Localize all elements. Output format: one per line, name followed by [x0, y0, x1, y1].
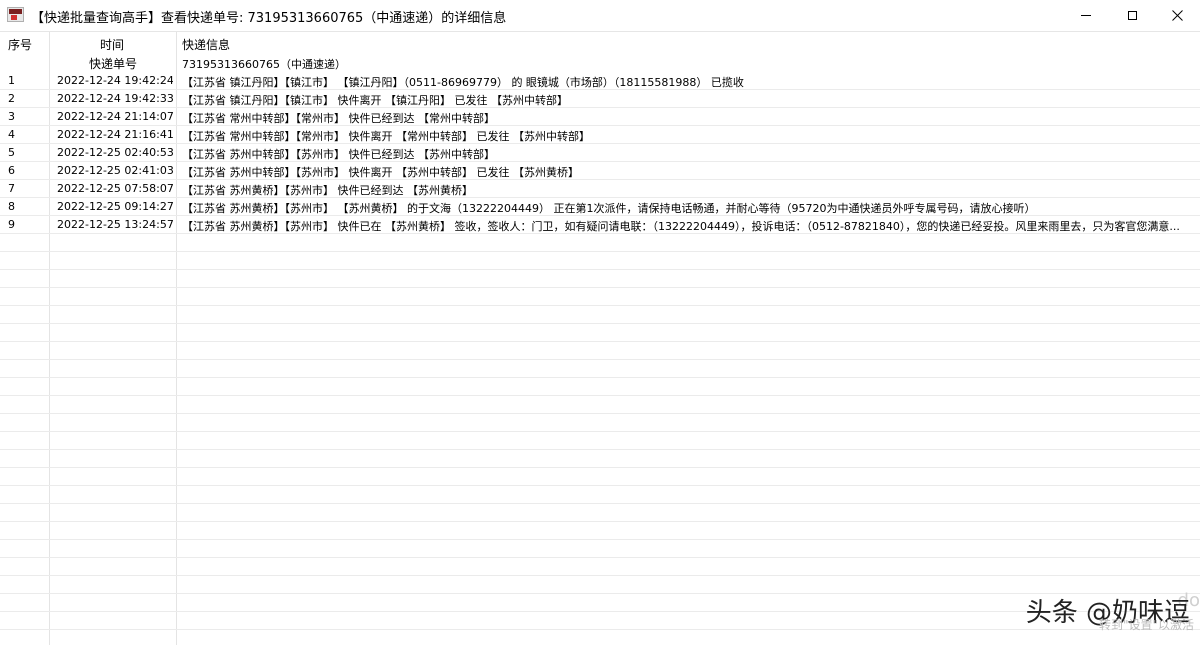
- row-time: 2022-12-25 07:58:07: [57, 182, 173, 195]
- empty-row[interactable]: [0, 288, 1200, 306]
- empty-row[interactable]: [0, 378, 1200, 396]
- row-info: 【江苏省 苏州黄桥】【苏州市】 快件已在 【苏州黄桥】 签收，签收人：门卫，如有…: [182, 220, 1180, 233]
- header-idx[interactable]: 序号: [8, 36, 32, 53]
- empty-row[interactable]: [0, 342, 1200, 360]
- table-row[interactable]: 2 2022-12-24 19:42:33 【江苏省 镇江丹阳】【镇江市】 快件离开…: [0, 90, 1200, 108]
- empty-row[interactable]: [0, 486, 1200, 504]
- header-tracking-label: 快递单号: [89, 57, 138, 71]
- row-index: 9: [8, 218, 15, 231]
- empty-row[interactable]: [0, 396, 1200, 414]
- empty-row[interactable]: [0, 234, 1200, 252]
- empty-row[interactable]: [0, 522, 1200, 540]
- empty-row[interactable]: [0, 414, 1200, 432]
- table-row[interactable]: 1 2022-12-24 19:42:24 【江苏省 镇江丹阳】【镇江市】 【镇江丹…: [0, 72, 1200, 90]
- table-row[interactable]: 4 2022-12-24 21:16:41 【江苏省 常州中转部】【常州市】 快件离…: [0, 126, 1200, 144]
- row-index: 7: [8, 182, 15, 195]
- row-time: 2022-12-24 19:42:33: [57, 92, 173, 105]
- row-index: 8: [8, 200, 15, 213]
- header-info[interactable]: 快递信息: [182, 36, 230, 53]
- title-bar[interactable]: 【快递批量查询高手】查看快递单号: 73195313660765（中通速递）的详…: [0, 0, 1200, 31]
- empty-row[interactable]: [0, 450, 1200, 468]
- table-row[interactable]: 3 2022-12-24 21:14:07 【江苏省 常州中转部】【常州市】 快件已…: [0, 108, 1200, 126]
- row-time: 2022-12-24 21:14:07: [57, 110, 173, 123]
- row-time: 2022-12-25 09:14:27: [57, 200, 173, 213]
- row-time: 2022-12-24 19:42:24: [57, 74, 173, 87]
- row-info: 【江苏省 苏州黄桥】【苏州市】 快件已经到达 【苏州黄桥】: [182, 184, 473, 197]
- row-time: 2022-12-25 02:41:03: [57, 164, 173, 177]
- empty-row[interactable]: [0, 306, 1200, 324]
- row-time: 2022-12-25 02:40:53: [57, 146, 173, 159]
- empty-row[interactable]: [0, 432, 1200, 450]
- table-row[interactable]: 6 2022-12-25 02:41:03 【江苏省 苏州中转部】【苏州市】 快件离…: [0, 162, 1200, 180]
- row-info: 【江苏省 镇江丹阳】【镇江市】 快件离开 【镇江丹阳】 已发往 【苏州中转部】: [182, 94, 568, 107]
- row-time: 2022-12-25 13:24:57: [57, 218, 173, 231]
- empty-row[interactable]: [0, 576, 1200, 594]
- tracking-list[interactable]: 序号 时间 快递信息 快递单号 73195313660765（中通速递） 1 20…: [0, 31, 1200, 645]
- maximize-icon: [1127, 11, 1137, 20]
- row-index: 5: [8, 146, 15, 159]
- table-row[interactable]: 9 2022-12-25 13:24:57 【江苏省 苏州黄桥】【苏州市】 快件已在…: [0, 216, 1200, 234]
- empty-row[interactable]: [0, 594, 1200, 612]
- empty-row[interactable]: [0, 468, 1200, 486]
- empty-row[interactable]: [0, 270, 1200, 288]
- row-index: 6: [8, 164, 15, 177]
- app-icon: [7, 7, 24, 22]
- row-info: 【江苏省 苏州黄桥】【苏州市】 【苏州黄桥】 的于文海（13222204449）…: [182, 202, 1036, 215]
- close-icon: [1171, 10, 1183, 21]
- row-info: 【江苏省 常州中转部】【常州市】 快件已经到达 【常州中转部】: [182, 112, 495, 125]
- table-row[interactable]: 8 2022-12-25 09:14:27 【江苏省 苏州黄桥】【苏州市】 【苏州黄…: [0, 198, 1200, 216]
- empty-row[interactable]: [0, 540, 1200, 558]
- activation-notice: 转到"设置"以激活: [1098, 618, 1194, 632]
- row-info: 【江苏省 常州中转部】【常州市】 快件离开 【常州中转部】 已发往 【苏州中转部…: [182, 130, 590, 143]
- row-index: 1: [8, 74, 15, 87]
- header-time[interactable]: 时间: [100, 36, 124, 53]
- app-window: 【快递批量查询高手】查看快递单号: 73195313660765（中通速递）的详…: [0, 0, 1200, 645]
- row-index: 4: [8, 128, 15, 141]
- row-index: 2: [8, 92, 15, 105]
- row-info: 【江苏省 苏州中转部】【苏州市】 快件离开 【苏州中转部】 已发往 【苏州黄桥】: [182, 166, 579, 179]
- empty-row[interactable]: [0, 252, 1200, 270]
- minimize-button[interactable]: [1063, 0, 1109, 31]
- row-time: 2022-12-24 21:16:41: [57, 128, 173, 141]
- header-tracking-number: 73195313660765（中通速递）: [182, 58, 346, 71]
- row-info: 【江苏省 镇江丹阳】【镇江市】 【镇江丹阳】（0511-86969779） 的 …: [182, 76, 744, 89]
- maximize-button[interactable]: [1109, 0, 1155, 31]
- close-button[interactable]: [1154, 0, 1200, 31]
- empty-row[interactable]: [0, 324, 1200, 342]
- empty-row[interactable]: [0, 360, 1200, 378]
- empty-row[interactable]: [0, 558, 1200, 576]
- table-row[interactable]: 7 2022-12-25 07:58:07 【江苏省 苏州黄桥】【苏州市】 快件已经…: [0, 180, 1200, 198]
- row-info: 【江苏省 苏州中转部】【苏州市】 快件已经到达 【苏州中转部】: [182, 148, 495, 161]
- row-index: 3: [8, 110, 15, 123]
- minimize-icon: [1081, 15, 1091, 16]
- empty-row[interactable]: [0, 504, 1200, 522]
- empty-row[interactable]: [0, 612, 1200, 630]
- table-row[interactable]: 5 2022-12-25 02:40:53 【江苏省 苏州中转部】【苏州市】 快件已…: [0, 144, 1200, 162]
- empty-row[interactable]: [0, 630, 1200, 645]
- window-title: 【快递批量查询高手】查看快递单号: 73195313660765（中通速递）的详…: [31, 11, 507, 26]
- list-header: 序号 时间 快递信息 快递单号 73195313660765（中通速递）: [0, 32, 1200, 72]
